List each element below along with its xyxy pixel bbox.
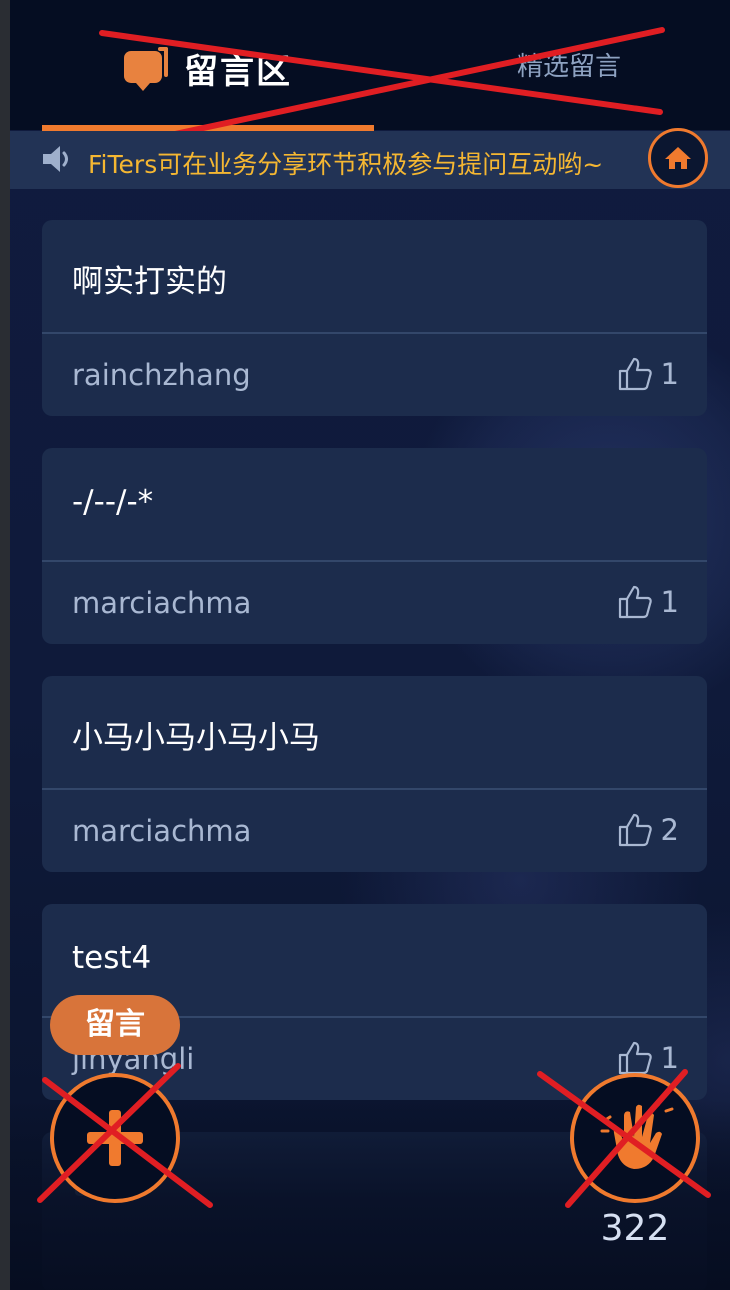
message-content: test4 <box>72 940 152 976</box>
like-button[interactable]: 2 <box>617 812 679 848</box>
clapping-hands-icon <box>600 1097 674 1169</box>
like-button[interactable]: 1 <box>617 1040 679 1076</box>
plus-icon <box>87 1110 143 1166</box>
clap-button[interactable] <box>570 1073 700 1203</box>
notice-text: FiTers可在业务分享环节积极参与提问互动哟~ <box>88 150 604 179</box>
comment-bubble-icon <box>120 43 176 93</box>
message-author: marciachma <box>72 586 252 620</box>
thumbs-up-icon <box>618 1041 652 1075</box>
message-content: 小马小马小马小马 <box>72 720 320 756</box>
tab-message-area[interactable]: 留言区 <box>120 38 292 98</box>
card-divider <box>42 560 707 562</box>
thumbs-up-icon <box>618 585 652 619</box>
header-bar <box>10 0 730 130</box>
thumbs-up-icon <box>618 813 652 847</box>
like-count: 1 <box>660 585 679 619</box>
like-button[interactable]: 1 <box>617 356 679 392</box>
message-content: 啊实打实的 <box>72 264 227 300</box>
card-divider <box>42 788 707 790</box>
message-author: marciachma <box>72 814 252 848</box>
card-divider <box>42 332 707 334</box>
message-card: -/--/-* marciachma 1 <box>42 448 707 644</box>
like-count: 2 <box>660 813 679 847</box>
tab-message-area-label: 留言区 <box>184 51 292 92</box>
window-edge <box>0 0 10 1290</box>
speaker-icon <box>40 141 76 177</box>
message-board-page: 留言区 精选留言 FiTers可在业务分享环节积极参与提问互动哟~ 啊实打实的 … <box>0 0 730 1290</box>
clap-count: 322 <box>600 1208 670 1249</box>
like-button[interactable]: 1 <box>617 584 679 620</box>
tab-featured-messages[interactable]: 精选留言 <box>517 46 621 83</box>
message-card: 小马小马小马小马 marciachma 2 <box>42 676 707 872</box>
message-card: 啊实打实的 rainchzhang 1 <box>42 220 707 416</box>
message-content: -/--/-* <box>72 484 154 520</box>
thumbs-up-icon <box>618 357 652 391</box>
home-icon <box>665 147 691 169</box>
comment-label-button[interactable]: 留言 <box>50 995 180 1055</box>
add-comment-button[interactable] <box>50 1073 180 1203</box>
home-button[interactable] <box>648 128 708 188</box>
message-author: rainchzhang <box>72 358 251 392</box>
like-count: 1 <box>660 357 679 391</box>
like-count: 1 <box>660 1041 679 1075</box>
